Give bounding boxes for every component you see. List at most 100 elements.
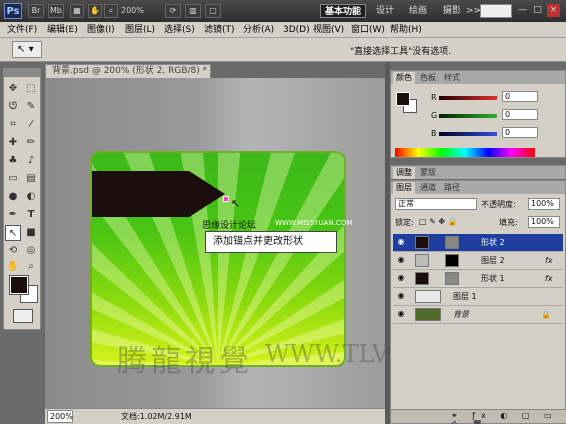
visibility-eye-icon[interactable]: ◉ xyxy=(396,291,406,301)
dark-arrow-shape[interactable] xyxy=(92,171,225,217)
search-input[interactable] xyxy=(480,4,512,18)
brand-watermark-url: WWW.TLVI.NET xyxy=(265,340,385,368)
anchor-point-handle[interactable] xyxy=(223,196,229,202)
minimize-button[interactable]: — xyxy=(516,4,529,17)
move-tool-icon[interactable]: ✥ xyxy=(5,81,21,97)
menu-file[interactable]: 文件(F) xyxy=(7,24,37,36)
layer-row[interactable]: ◉ 背景 🔒 xyxy=(393,306,563,324)
workspace-photography[interactable]: 摄影 xyxy=(443,4,461,18)
workspace-essentials[interactable]: 基本功能 xyxy=(320,4,367,18)
tab-color[interactable]: 颜色 xyxy=(393,72,415,84)
healing-brush-icon[interactable]: ✚ xyxy=(5,135,21,151)
rotate-view-icon[interactable]: ⟳ xyxy=(165,4,181,18)
adjustments-panel: 调整 蒙版 xyxy=(390,165,566,179)
document-tab[interactable]: 背景.psd @ 200% (形状 2, RGB/8) * × xyxy=(45,64,211,89)
layers-footer-icons[interactable]: ⚭ ƒx ◐ ▢ ▭ ⎙ 🗑 xyxy=(451,411,566,424)
history-brush-icon[interactable]: ♪ xyxy=(23,153,39,169)
zoom-level-field[interactable]: 200% xyxy=(47,410,73,423)
tab-swatches[interactable]: 色板 xyxy=(417,72,439,84)
tool-preset-picker[interactable]: ↖ ▾ xyxy=(12,41,42,58)
foreground-color-swatch[interactable] xyxy=(10,276,28,294)
quick-select-icon[interactable]: ✎ xyxy=(23,99,39,115)
zoom-dropdown[interactable]: 200% xyxy=(121,4,159,18)
g-slider[interactable] xyxy=(439,114,497,118)
shape-tool-icon[interactable]: ■ xyxy=(23,225,39,241)
canvas-area[interactable]: ↖ 思缘设计论坛 WWW.MISSYUAN.COM 添加锚点并更改形状 腾龍視覺… xyxy=(45,78,385,408)
path-select-icon[interactable]: ↖ xyxy=(5,225,21,241)
blur-tool-icon[interactable]: ● xyxy=(5,189,21,205)
tab-paths[interactable]: 路径 xyxy=(441,182,463,194)
tab-adjustments[interactable]: 调整 xyxy=(393,167,415,179)
menu-image[interactable]: 图像(I) xyxy=(87,24,115,36)
fg-color-chip[interactable] xyxy=(396,92,410,106)
direct-select-icon: ↖ xyxy=(17,44,26,55)
brush-tool-icon[interactable]: ✏ xyxy=(23,135,39,151)
arrange-docs-icon[interactable]: ▥ xyxy=(185,4,201,18)
layer-row[interactable]: ◉ 形状 1 fx xyxy=(393,270,563,288)
menu-3d[interactable]: 3D(D) xyxy=(283,24,310,36)
layer-row[interactable]: ◉ 图层 2 fx xyxy=(393,252,563,270)
layer-row[interactable]: ◉ 图层 1 xyxy=(393,288,563,306)
menu-help[interactable]: 帮助(H) xyxy=(390,24,422,36)
menu-analysis[interactable]: 分析(A) xyxy=(243,24,274,36)
lasso-tool-icon[interactable]: ᘎ xyxy=(5,99,21,115)
zoom-icon[interactable]: ⌕ xyxy=(23,259,39,275)
tab-channels[interactable]: 通道 xyxy=(417,182,439,194)
eraser-icon[interactable]: ▭ xyxy=(5,171,21,187)
bridge-button[interactable]: Br xyxy=(28,4,44,18)
menu-window[interactable]: 窗口(W) xyxy=(351,24,385,36)
visibility-eye-icon[interactable]: ◉ xyxy=(396,237,406,247)
marquee-tool-icon[interactable]: ⬚ xyxy=(23,81,39,97)
pen-tool-icon[interactable]: ✒ xyxy=(5,207,21,223)
menu-layer[interactable]: 图层(L) xyxy=(125,24,155,36)
visibility-eye-icon[interactable]: ◉ xyxy=(396,273,406,283)
mini-bridge-button[interactable]: Mb xyxy=(48,4,64,18)
layer-effects-icon[interactable]: fx xyxy=(545,252,553,270)
r-value-field[interactable]: 0 xyxy=(502,91,538,102)
menu-filter[interactable]: 滤镜(T) xyxy=(204,24,235,36)
screen-mode-icon[interactable]: ▢ xyxy=(205,4,221,18)
g-label: G xyxy=(431,111,438,120)
workspace-design[interactable]: 设计 xyxy=(376,4,394,18)
menu-bar: 文件(F) 编辑(E) 图像(I) 图层(L) 选择(S) 滤镜(T) 分析(A… xyxy=(0,22,566,38)
eyedropper-icon[interactable]: ⁄ xyxy=(23,117,39,133)
clone-stamp-icon[interactable]: ♣ xyxy=(5,153,21,169)
menu-select[interactable]: 选择(S) xyxy=(164,24,195,36)
close-button[interactable]: × xyxy=(547,4,560,17)
maximize-button[interactable]: □ xyxy=(531,4,544,17)
layer-row[interactable]: ◉ 形状 2 xyxy=(393,234,563,252)
menu-edit[interactable]: 编辑(E) xyxy=(47,24,78,36)
layer-effects-icon[interactable]: fx xyxy=(545,270,553,288)
gradient-tool-icon[interactable]: ▤ xyxy=(23,171,39,187)
crop-tool-icon[interactable]: ⌗ xyxy=(5,117,21,133)
dodge-tool-icon[interactable]: ◐ xyxy=(23,189,39,205)
hand-icon[interactable]: ✋ xyxy=(5,259,21,275)
zoom-tool-icon[interactable]: ⌕ xyxy=(104,4,118,18)
3d-orbit-icon[interactable]: ◎ xyxy=(23,243,39,259)
opacity-field[interactable]: 100% xyxy=(528,198,560,210)
visibility-eye-icon[interactable]: ◉ xyxy=(396,255,406,265)
menu-view[interactable]: 视图(V) xyxy=(313,24,344,36)
g-value-field[interactable]: 0 xyxy=(502,109,538,120)
color-spectrum-bar[interactable] xyxy=(395,148,535,157)
workspace-painting[interactable]: 绘画 xyxy=(409,4,427,18)
b-slider[interactable] xyxy=(439,132,497,136)
artwork-green-panel[interactable]: ↖ 思缘设计论坛 WWW.MISSYUAN.COM 添加锚点并更改形状 xyxy=(90,151,352,367)
grid-icon[interactable]: ▦ xyxy=(70,4,84,18)
fill-field[interactable]: 100% xyxy=(528,216,560,228)
lock-icons[interactable]: □ ✎ ✥ 🔒 xyxy=(419,217,458,226)
layer-thumbnail xyxy=(415,236,429,249)
tab-layers[interactable]: 图层 xyxy=(393,182,415,194)
tools-panel-header[interactable] xyxy=(4,69,40,77)
3d-rotate-icon[interactable]: ⟲ xyxy=(5,243,21,259)
tab-styles[interactable]: 样式 xyxy=(441,72,463,84)
quick-mask-button[interactable] xyxy=(13,309,33,323)
workspace-overflow[interactable]: >> xyxy=(466,4,481,18)
blend-mode-select[interactable]: 正常 xyxy=(395,198,477,210)
tab-masks[interactable]: 蒙版 xyxy=(417,167,439,179)
hand-tool-icon[interactable]: ✋ xyxy=(88,4,102,18)
b-value-field[interactable]: 0 xyxy=(502,127,538,138)
visibility-eye-icon[interactable]: ◉ xyxy=(396,309,406,319)
r-slider[interactable] xyxy=(439,96,497,100)
type-tool-icon[interactable]: T xyxy=(23,207,39,223)
